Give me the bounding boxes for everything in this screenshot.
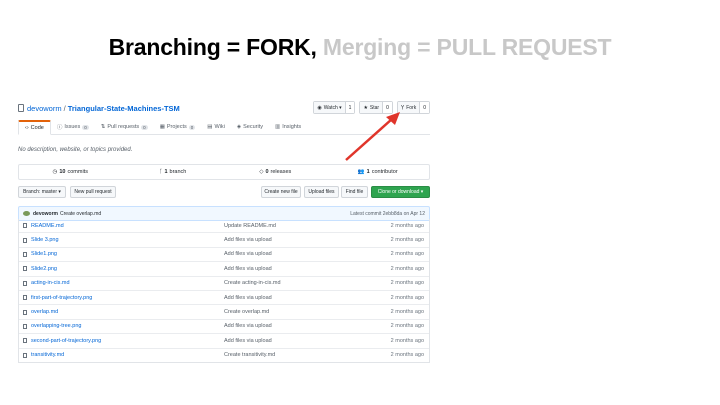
fork-pointer-arrow xyxy=(345,112,400,161)
arrow-shaft xyxy=(345,118,393,161)
